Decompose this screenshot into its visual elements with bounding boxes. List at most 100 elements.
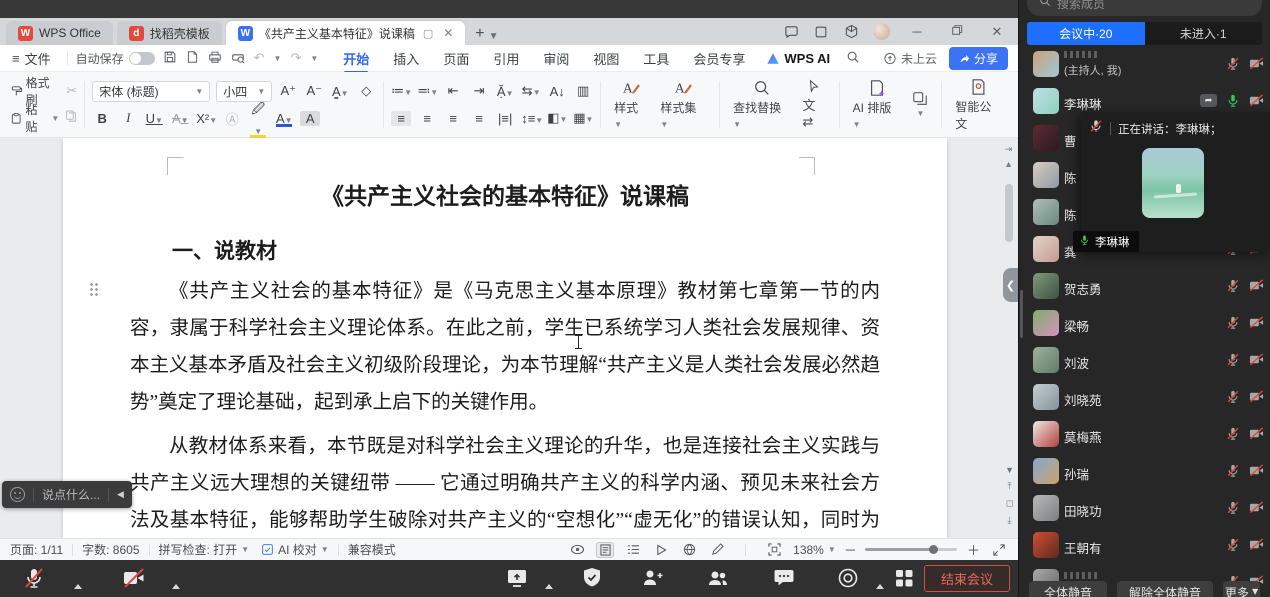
vertical-scrollbar[interactable] (1005, 184, 1013, 242)
reading-view-icon[interactable] (568, 542, 586, 558)
participant-row[interactable]: 刘晓苑 (1019, 379, 1270, 416)
participant-row[interactable]: 田晓功 (1019, 490, 1270, 527)
collapse-chat-icon[interactable]: ◀ (117, 489, 124, 500)
redo-icon[interactable]: ↷ (290, 50, 301, 66)
camera-muted-icon[interactable] (1249, 426, 1264, 441)
camera-muted-icon[interactable] (1249, 352, 1264, 367)
speaker-video-thumbnail[interactable] (1142, 148, 1204, 218)
emoji-icon[interactable] (10, 487, 25, 502)
whiteboard-icon[interactable] (813, 24, 829, 40)
increase-font-icon[interactable]: A⁺ (278, 83, 298, 99)
strikethrough-button[interactable]: A▼ (170, 111, 190, 126)
participants-icon[interactable] (706, 566, 730, 590)
next-page-icon[interactable]: ⤓ (1008, 515, 1012, 526)
microphone-muted-icon[interactable] (1226, 426, 1240, 441)
participant-row[interactable]: (主持人, 我) (1019, 46, 1270, 83)
print-preview-icon[interactable] (231, 50, 245, 67)
document-content[interactable]: 《共产主义社会的基本特征》说课稿 一、说教材 《共产主义社会的基本特征》是《马克… (130, 138, 880, 538)
bold-button[interactable]: B (92, 111, 112, 126)
scroll-up-icon[interactable]: ▲ (1004, 159, 1013, 169)
ribbon-tab-member[interactable]: 会员专享 (682, 45, 756, 72)
tab-list-chevron-icon[interactable]: ▼ (489, 31, 499, 42)
undo-chevron-icon[interactable]: ▼ (274, 54, 282, 63)
participant-row[interactable]: 孙瑞 (1019, 453, 1270, 490)
tab-document-active[interactable]: W 《共产主义基本特征》说课稿 ▢ ✕ (225, 21, 466, 45)
text-effects-icon[interactable]: A̳▼ (330, 84, 350, 99)
shading-icon[interactable]: ◧▼ (547, 110, 567, 126)
microphone-muted-icon[interactable] (1226, 500, 1240, 515)
camera-muted-icon[interactable] (1249, 537, 1264, 552)
clear-format-icon[interactable]: ◇ (356, 83, 376, 99)
char-spacing-icon[interactable]: ⇆▼ (521, 83, 541, 99)
highlight-color-button[interactable]: 🖉▼ (248, 100, 268, 138)
end-meeting-button[interactable]: 结束会议 (924, 565, 1010, 592)
circled-char-button[interactable]: Ⓐ (222, 109, 242, 128)
ribbon-tab-insert[interactable]: 插入 (382, 45, 430, 72)
popout-icon[interactable]: ▢ (423, 27, 433, 40)
share-screen-icon[interactable] (505, 566, 529, 590)
paragraph-drag-handle[interactable] (89, 282, 100, 297)
record-icon[interactable] (836, 566, 860, 590)
tab-not-joined[interactable]: 未进入·1 (1144, 22, 1262, 45)
page-view-icon[interactable] (596, 541, 615, 558)
ribbon-tab-page[interactable]: 页面 (432, 45, 480, 72)
search-icon[interactable] (846, 50, 860, 67)
participant-row[interactable]: 刘波 (1019, 342, 1270, 379)
previous-page-icon[interactable]: ⤒ (1008, 481, 1012, 492)
tab-docer-template[interactable]: d 找稻壳模板 (116, 21, 222, 45)
tab-wps-office[interactable]: W WPS Office (6, 21, 113, 45)
paste-button[interactable]: 粘贴 ▼ (10, 101, 59, 135)
invite-member-icon[interactable] (640, 566, 664, 590)
new-tab-button[interactable]: + (475, 25, 484, 43)
wps-ai-tab[interactable]: WPS AI (756, 51, 840, 66)
ribbon-tab-reference[interactable]: 引用 (482, 45, 530, 72)
spellcheck-status[interactable]: 拼写检查: 打开 ▼ (159, 541, 250, 558)
line-spacing-icon[interactable]: ↕≡▼ (521, 111, 543, 126)
restore-button[interactable] (944, 24, 970, 39)
font-name-select[interactable]: 宋体 (标题) ▼ (92, 80, 211, 102)
meeting-chat-widget[interactable]: 说点什么... ◀ (2, 481, 132, 508)
camera-muted-icon[interactable] (1249, 278, 1264, 293)
speaker-overlay[interactable]: 正在讲话：李琳琳； 李琳琳 (1073, 112, 1270, 252)
find-replace-button[interactable]: 查找替换 ▼ (727, 79, 796, 130)
microphone-muted-icon[interactable] (1226, 56, 1240, 71)
camera-muted-icon[interactable] (1249, 389, 1264, 404)
message-center-icon[interactable] (783, 24, 799, 40)
chat-input-placeholder[interactable]: 说点什么... (42, 486, 100, 503)
ribbon-tab-home[interactable]: 开始 (332, 45, 380, 73)
char-shading-button[interactable]: A (300, 110, 321, 126)
style-set-button[interactable]: A 样式集 ▼ (654, 79, 712, 130)
distribute-icon[interactable]: |≡| (495, 111, 515, 126)
zoom-in-icon[interactable]: ＋ (967, 540, 980, 559)
microphone-muted-icon[interactable] (1226, 389, 1240, 404)
camera-options-caret[interactable] (172, 584, 180, 589)
decrease-font-icon[interactable]: A⁻ (304, 83, 324, 99)
sort-icon[interactable]: A↓ (547, 84, 567, 99)
camera-muted-icon[interactable] (1249, 56, 1264, 71)
ruler-toggle-icon[interactable]: ⇥ (1005, 144, 1013, 155)
word-count[interactable]: 字数: 8605 (82, 541, 139, 558)
outline-view-icon[interactable] (624, 542, 642, 558)
camera-muted-icon[interactable] (1249, 500, 1264, 515)
zoom-slider[interactable] (864, 545, 957, 554)
align-center-icon[interactable]: ≡ (417, 111, 437, 126)
participant-row[interactable]: 莫梅燕 (1019, 416, 1270, 453)
align-left-icon[interactable]: ≡ (391, 110, 412, 126)
play-presentation-icon[interactable] (652, 542, 670, 558)
ribbon-tab-view[interactable]: 视图 (582, 45, 630, 72)
close-tab-icon[interactable]: ✕ (443, 26, 453, 40)
decrease-indent-icon[interactable]: ⇤ (443, 83, 463, 99)
minimize-button[interactable]: ─ (904, 24, 930, 39)
redo-chevron-icon[interactable]: ▼ (310, 54, 318, 63)
layers-button[interactable]: ▼ (906, 91, 934, 118)
camera-muted-icon[interactable] (122, 566, 146, 590)
underline-button[interactable]: U▼ (144, 111, 164, 126)
chat-icon[interactable] (772, 566, 796, 590)
styles-button[interactable]: A 样式 ▼ (608, 79, 654, 130)
copy-icon[interactable] (65, 109, 77, 127)
undo-icon[interactable]: ↶ (254, 50, 265, 66)
numbered-list-icon[interactable]: ≕▼ (417, 83, 438, 99)
share-options-caret[interactable] (545, 584, 553, 589)
phonetic-guide-icon[interactable]: Ặ▼ (495, 84, 515, 99)
mute-all-button[interactable]: 全体静音 (1029, 581, 1107, 597)
